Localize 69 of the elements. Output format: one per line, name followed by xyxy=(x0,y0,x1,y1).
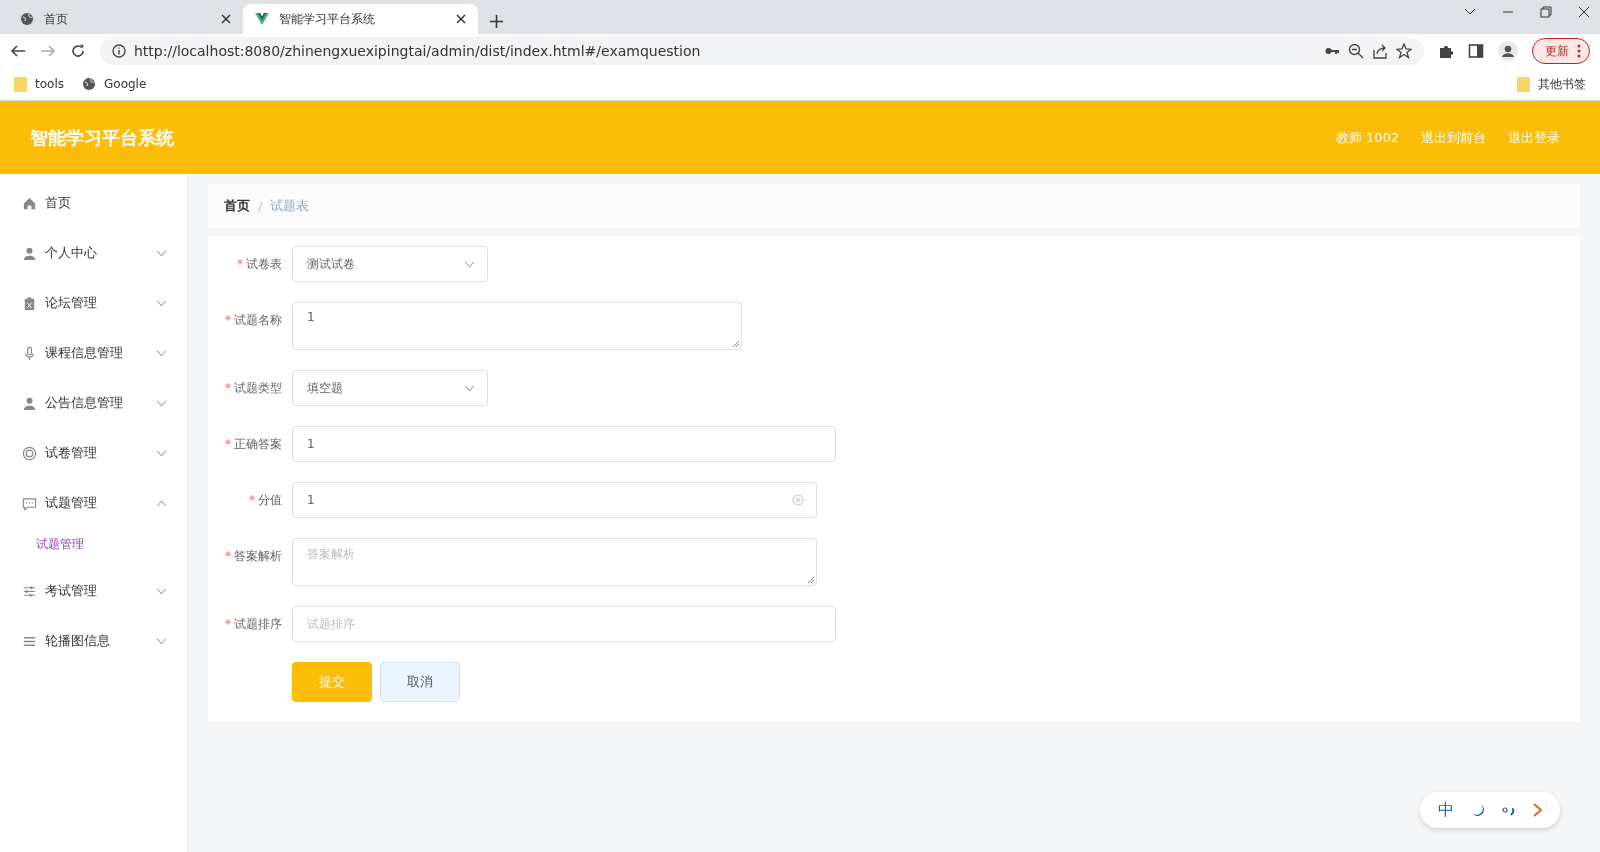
new-tab-icon[interactable] xyxy=(490,15,503,28)
target-icon xyxy=(22,445,37,461)
bookmark[interactable]: 其他书签 xyxy=(1517,75,1586,93)
field-label: * 试卷表 xyxy=(236,256,283,273)
breadcrumb-item[interactable]: 首页 xyxy=(224,197,250,215)
select-field[interactable]: 测试试卷 xyxy=(292,246,488,282)
breadcrumb-item: 试题表 xyxy=(270,197,310,215)
resize-grip-icon[interactable] xyxy=(732,340,740,348)
chevron-icon xyxy=(464,260,475,268)
browser-tab[interactable]: 首页 xyxy=(8,4,243,34)
ime-mode[interactable]: 中 xyxy=(1438,799,1455,821)
chevron-icon xyxy=(464,384,475,392)
clipboard-icon xyxy=(22,295,37,311)
sidebar-item[interactable]: 首页 xyxy=(0,178,187,228)
field-label: * 分值 xyxy=(248,492,283,509)
share-icon[interactable] xyxy=(1372,43,1388,59)
breadcrumb-separator: / xyxy=(258,198,263,214)
field-label: * 答案解析 xyxy=(224,548,283,565)
update-button[interactable]: 更新 xyxy=(1532,38,1590,64)
bookmark[interactable]: tools xyxy=(14,76,64,92)
puzzle-icon[interactable] xyxy=(1438,43,1454,59)
folder-icon xyxy=(1517,76,1530,92)
more-icon xyxy=(1577,44,1581,58)
select-field[interactable]: 填空题 xyxy=(292,370,488,406)
home-icon xyxy=(22,195,37,211)
chat-icon xyxy=(22,495,37,511)
chevron-right-icon[interactable] xyxy=(1532,803,1542,817)
moon-icon[interactable] xyxy=(1471,803,1486,817)
info-icon xyxy=(112,44,126,58)
v-logo-icon xyxy=(255,12,269,26)
microphone-icon xyxy=(22,345,37,361)
reload-icon[interactable] xyxy=(70,43,86,59)
profile-icon[interactable] xyxy=(1498,41,1518,61)
bookmark[interactable]: Google xyxy=(82,77,147,91)
field-label: * 试题类型 xyxy=(224,380,283,397)
sidebar-item[interactable]: 试卷管理 xyxy=(0,428,187,478)
back-icon[interactable] xyxy=(10,43,26,59)
globe-icon xyxy=(82,77,96,91)
app-title: 智能学习平台系统 xyxy=(30,125,175,150)
cancel-button[interactable]: 取消 xyxy=(380,662,460,702)
side-panel-icon[interactable] xyxy=(1468,43,1484,59)
sidebar-item[interactable]: 论坛管理 xyxy=(0,278,187,328)
star-icon[interactable] xyxy=(1396,43,1412,59)
address-bar[interactable]: http://localhost:8080/zhinengxuexipingtai/admin/dist/index.html#/examquestion xyxy=(100,37,1424,65)
folder-icon xyxy=(14,76,27,92)
browser-tab[interactable]: 智能学习平台系统 xyxy=(243,4,478,34)
user-icon xyxy=(22,395,37,411)
punctuation-icon[interactable] xyxy=(1501,804,1516,816)
input-field[interactable]: 1 xyxy=(292,482,817,518)
sidebar-item[interactable]: 个人中心 xyxy=(0,228,187,278)
zoom-out-icon[interactable] xyxy=(1348,43,1364,59)
globe-icon xyxy=(20,12,34,26)
restore-icon[interactable] xyxy=(1540,6,1552,18)
sidebar-item[interactable]: 考试管理 xyxy=(0,566,187,616)
sidebar-item[interactable]: 轮播图信息 xyxy=(0,616,187,666)
sliders-icon xyxy=(22,583,37,599)
resize-grip-icon[interactable] xyxy=(807,576,815,584)
field-label: * 试题名称 xyxy=(224,312,283,329)
user-icon xyxy=(22,245,37,261)
close-icon[interactable] xyxy=(456,14,466,24)
close-icon[interactable] xyxy=(221,14,231,24)
field-label: * 试题排序 xyxy=(224,616,283,633)
sidebar-item[interactable]: 公告信息管理 xyxy=(0,378,187,428)
field-label: * 正确答案 xyxy=(224,436,283,453)
textarea-field[interactable]: 1 xyxy=(292,302,742,350)
url-text: http://localhost:8080/zhinengxuexipingtai/admin/dist/index.html#/examquestion xyxy=(134,43,702,59)
input-field[interactable]: 1 xyxy=(292,426,836,462)
sidebar-item[interactable]: 课程信息管理 xyxy=(0,328,187,378)
close-icon[interactable] xyxy=(1578,6,1590,18)
